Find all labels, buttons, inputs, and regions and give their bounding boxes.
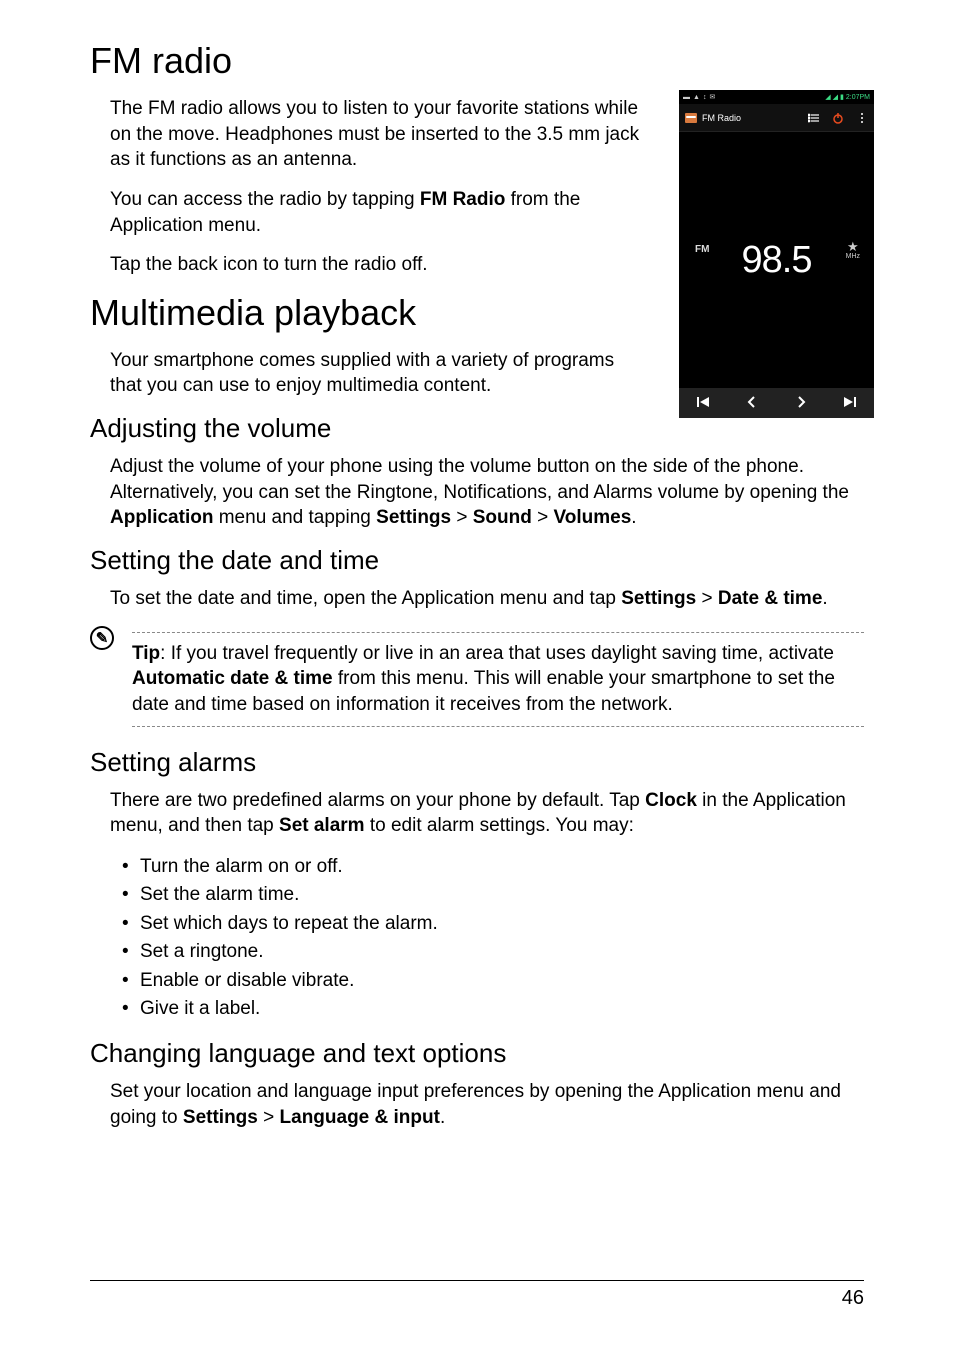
- tip-icon: ✎: [90, 626, 114, 650]
- battery-icon: ▬: [683, 94, 690, 101]
- list-item: Set which days to repeat the alarm.: [122, 910, 864, 939]
- star-icon: ★: [846, 240, 860, 253]
- chevron-right-icon[interactable]: [792, 394, 810, 413]
- battery-level-icon: ▮: [840, 93, 844, 101]
- list-item: Enable or disable vibrate.: [122, 967, 864, 996]
- status-bar: ▬ ▲ ↕ ✉ ◢ ◢ ▮ 2:07PM: [679, 90, 874, 104]
- fm-band-label: FM: [695, 244, 709, 255]
- fm-radio-screenshot: ▬ ▲ ↕ ✉ ◢ ◢ ▮ 2:07PM FM Radio: [679, 90, 874, 418]
- heading-date-time: Setting the date and time: [90, 545, 864, 576]
- message-icon: ✉: [709, 93, 715, 101]
- app-bar: FM Radio: [679, 104, 874, 132]
- skip-previous-icon[interactable]: [694, 394, 712, 413]
- dt-para: To set the date and time, open the Appli…: [110, 586, 864, 612]
- heading-alarms: Setting alarms: [90, 747, 864, 778]
- page-footer: 46: [90, 1280, 864, 1310]
- mhz-label: MHz: [846, 253, 860, 260]
- fm-para-2: You can access the radio by tapping FM R…: [110, 187, 644, 238]
- list-item: Give it a label.: [122, 995, 864, 1024]
- app-title: FM Radio: [702, 113, 741, 123]
- status-time: 2:07PM: [846, 94, 870, 101]
- lang-para: Set your location and language input pre…: [110, 1079, 864, 1130]
- mm-para-1: Your smartphone comes supplied with a va…: [110, 348, 644, 399]
- alarm-options-list: Turn the alarm on or off. Set the alarm …: [122, 853, 864, 1024]
- signal-icon-2: ◢: [833, 93, 838, 101]
- tip-callout: ✎ Tip: If you travel frequently or live …: [90, 626, 864, 731]
- heading-language: Changing language and text options: [90, 1038, 864, 1069]
- sync-icon: ↕: [703, 94, 707, 101]
- more-icon[interactable]: [856, 112, 868, 124]
- playback-controls: [679, 388, 874, 418]
- frequency-value: 98.5: [742, 239, 812, 282]
- alarm-para: There are two predefined alarms on your …: [110, 788, 864, 839]
- page-number: 46: [842, 1287, 864, 1309]
- fm-para-3: Tap the back icon to turn the radio off.: [110, 252, 644, 278]
- frequency-display: FM 98.5 ★ MHz: [679, 132, 874, 388]
- tip-text: Tip: If you travel frequently or live in…: [132, 641, 864, 718]
- list-icon[interactable]: [808, 112, 820, 124]
- chevron-left-icon[interactable]: [743, 394, 761, 413]
- favorite-indicator[interactable]: ★ MHz: [846, 240, 860, 260]
- signal-icon: ◢: [825, 93, 830, 101]
- power-icon[interactable]: [832, 112, 844, 124]
- list-item: Turn the alarm on or off.: [122, 853, 864, 882]
- radio-app-icon: [685, 113, 697, 123]
- skip-next-icon[interactable]: [841, 394, 859, 413]
- vol-para: Adjust the volume of your phone using th…: [110, 454, 864, 531]
- fm-para-1: The FM radio allows you to listen to you…: [110, 96, 644, 173]
- heading-fm-radio: FM radio: [90, 40, 864, 82]
- list-item: Set a ringtone.: [122, 938, 864, 967]
- alert-icon: ▲: [693, 94, 700, 101]
- list-item: Set the alarm time.: [122, 881, 864, 910]
